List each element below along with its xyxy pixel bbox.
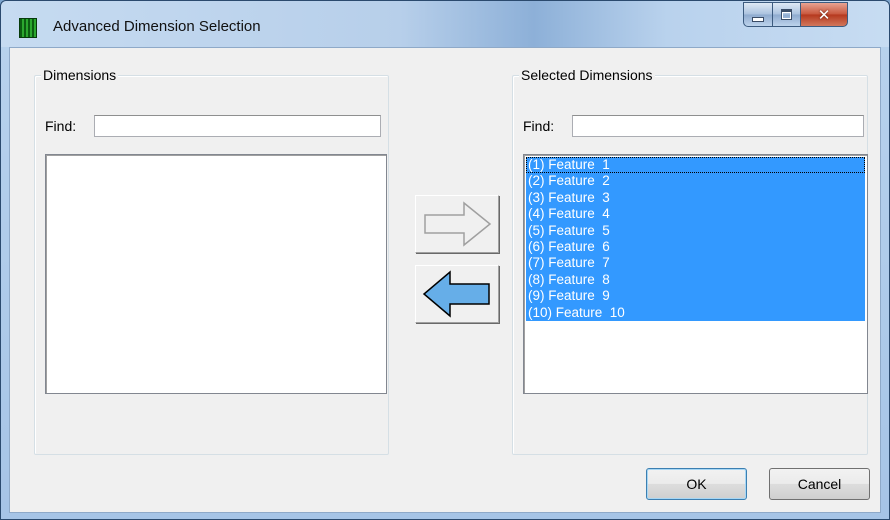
selected-dimension-item[interactable]: (9) Feature 9 xyxy=(526,288,865,305)
arrow-left-icon xyxy=(422,270,490,318)
dimensions-group: Dimensions Find: xyxy=(34,67,389,455)
minimize-icon xyxy=(752,16,764,22)
dimensions-listbox[interactable] xyxy=(45,154,387,394)
title-bar[interactable]: Advanced Dimension Selection ✕ xyxy=(1,1,889,47)
remove-dimension-button[interactable] xyxy=(415,265,499,323)
selected-dimensions-group: Selected Dimensions Find: (1) Feature 1(… xyxy=(512,67,868,455)
selected-dimension-item[interactable]: (5) Feature 5 xyxy=(526,222,865,239)
dialog-client-area: Dimensions Find: Selected Dimensions Fin… xyxy=(9,47,881,513)
window-title: Advanced Dimension Selection xyxy=(53,18,261,35)
maximize-button[interactable] xyxy=(772,2,801,27)
selected-dimensions-group-label: Selected Dimensions xyxy=(519,67,655,83)
selected-dimension-item[interactable]: (7) Feature 7 xyxy=(526,255,865,272)
app-icon xyxy=(19,18,37,38)
dimensions-find-label: Find: xyxy=(45,118,77,134)
dimensions-find-input[interactable] xyxy=(94,115,381,137)
selected-find-label: Find: xyxy=(523,118,555,134)
add-dimension-button[interactable] xyxy=(415,195,499,253)
selected-dimension-item[interactable]: (4) Feature 4 xyxy=(526,206,865,223)
dimensions-group-label: Dimensions xyxy=(41,67,119,83)
selected-dimension-item[interactable]: (3) Feature 3 xyxy=(526,189,865,207)
minimize-button[interactable] xyxy=(743,2,773,27)
selected-dimension-item[interactable]: (2) Feature 2 xyxy=(526,173,865,190)
maximize-icon xyxy=(781,9,792,20)
close-icon: ✕ xyxy=(817,5,831,24)
dialog-window: Advanced Dimension Selection ✕ Dimension… xyxy=(0,0,890,520)
selected-dimension-item[interactable]: (10) Feature 10 xyxy=(526,304,865,321)
selected-dimensions-listbox[interactable]: (1) Feature 1 (2) Feature 2 (3) Feature 3(… xyxy=(523,154,868,394)
selected-find-input[interactable] xyxy=(572,115,864,137)
cancel-button[interactable]: Cancel xyxy=(769,468,870,500)
selected-dimension-item[interactable]: (6) Feature 6 xyxy=(526,238,865,256)
ok-button[interactable]: OK xyxy=(646,468,747,500)
selected-dimension-item[interactable]: (1) Feature 1 xyxy=(526,157,865,174)
selected-dimension-item[interactable]: (8) Feature 8 xyxy=(526,271,865,289)
close-button[interactable]: ✕ xyxy=(800,2,848,27)
arrow-right-icon xyxy=(424,201,492,247)
